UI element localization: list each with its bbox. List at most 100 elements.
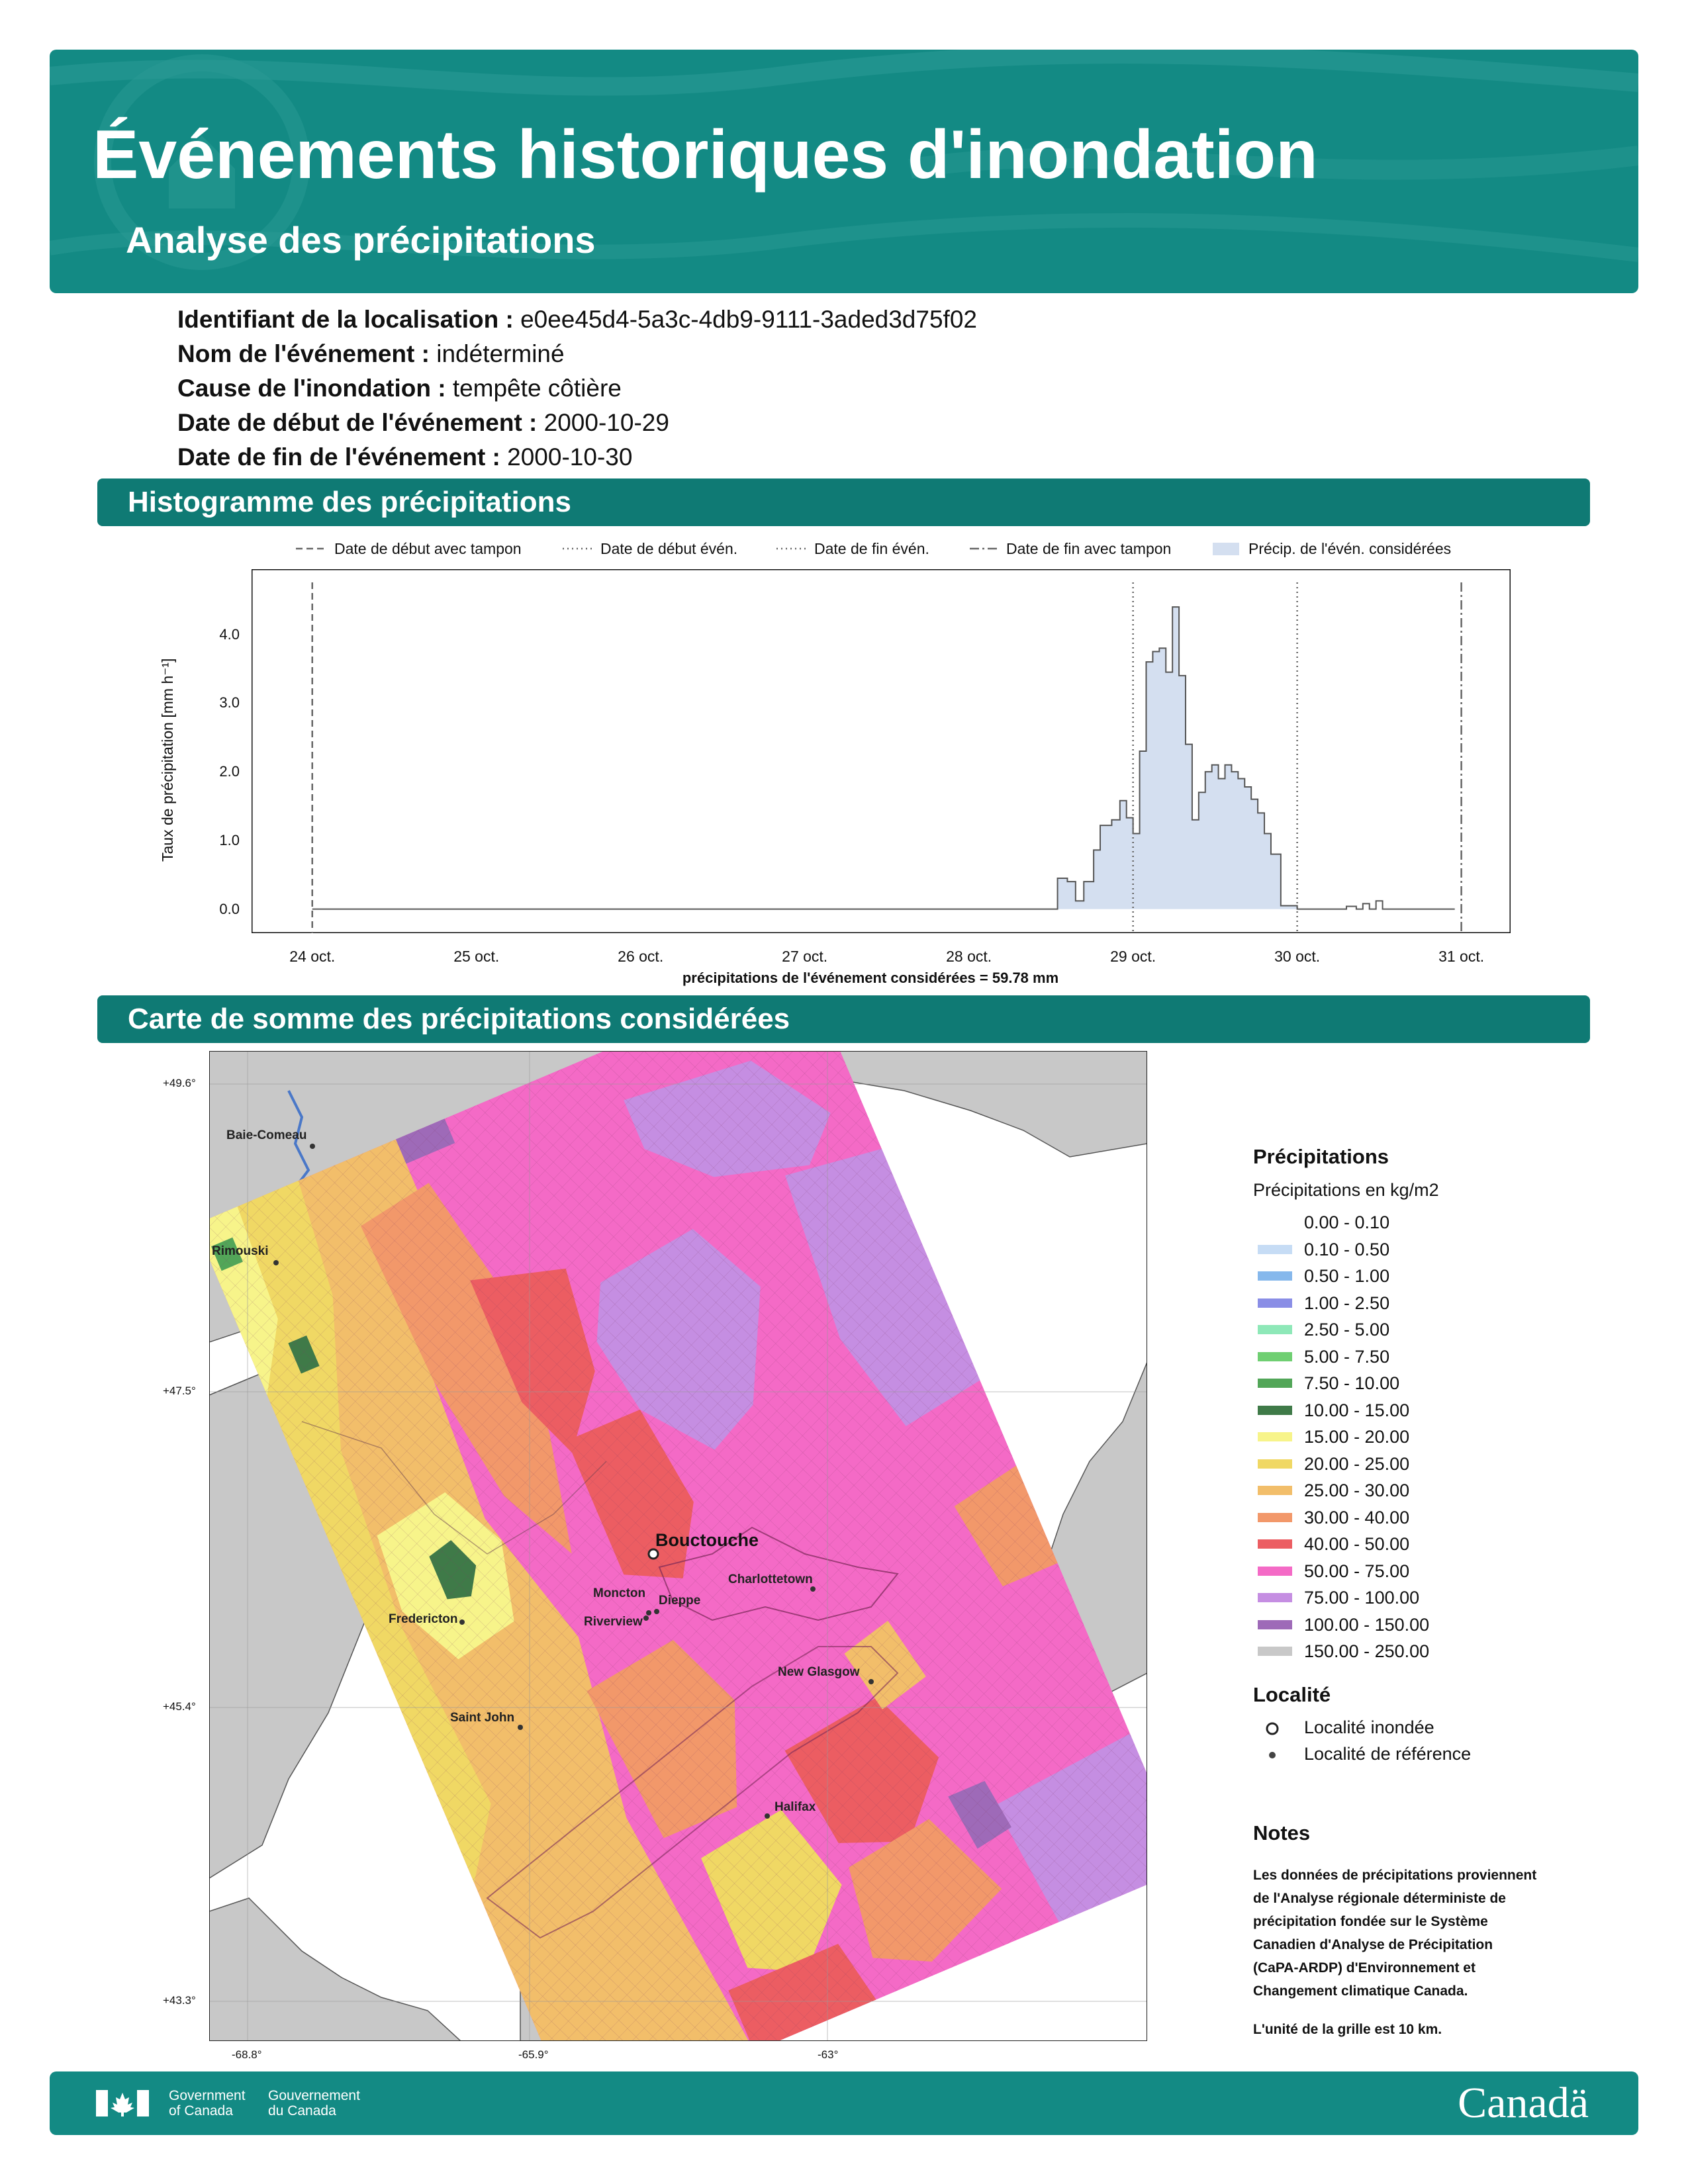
legend-swatch [1258, 1298, 1292, 1308]
legend-swatch [1258, 1351, 1292, 1361]
gov-fr-line: du Canada [268, 2103, 336, 2118]
notes-line: de l'Analyse régionale déterministe de [1253, 1891, 1506, 1906]
notes-line: Canadien d'Analyse de Précipitation [1253, 1937, 1493, 1952]
x-tick-label: 25 oct. [453, 948, 500, 965]
legend-class-label: 100.00 - 150.00 [1304, 1614, 1430, 1635]
legend-class-label: 20.00 - 25.00 [1304, 1453, 1410, 1474]
legend-swatch [1258, 1459, 1292, 1469]
legend-subtitle: Précipitations en kg/m2 [1253, 1180, 1439, 1200]
legend-buffer-start: Date de début avec tampon [334, 540, 522, 557]
legend-swatch [1258, 1647, 1292, 1656]
legend-class-label: 0.00 - 0.10 [1304, 1212, 1390, 1232]
legend-swatch [1258, 1271, 1292, 1281]
gov-en-line: Government [169, 2088, 246, 2103]
legend-swatch [1258, 1218, 1292, 1227]
city-label: Saint John [450, 1711, 515, 1725]
legend-class-label: 2.50 - 5.00 [1304, 1320, 1390, 1340]
lat-label: +45.4° [163, 1700, 196, 1713]
gov-en: Government of Canada [169, 2088, 246, 2118]
legend-class-label: 7.50 - 10.00 [1304, 1373, 1400, 1393]
locality-reference-label: Localité de référence [1304, 1744, 1472, 1764]
notes-title: Notes [1253, 1821, 1311, 1844]
flooded-locality-symbol [1266, 1722, 1279, 1735]
legend-class-label: 40.00 - 50.00 [1304, 1534, 1410, 1554]
legend-swatch [1258, 1486, 1292, 1495]
legend-swatch [1258, 1405, 1292, 1415]
gov-fr-line: Gouvernement [268, 2088, 360, 2103]
notes-line: Changement climatique Canada. [1253, 1983, 1468, 1999]
chart-legend-symbols [296, 543, 1239, 555]
x-tick-label: 27 oct. [782, 948, 828, 965]
legend-class-label: 1.00 - 2.50 [1304, 1293, 1390, 1313]
precipitation-histogram [252, 569, 1511, 933]
canada-flag-icon [96, 2090, 149, 2116]
lon-label: -68.8° [232, 2048, 262, 2061]
legend-class-label: 5.00 - 7.50 [1304, 1346, 1390, 1367]
grid-unit-note: L'unité de la grille est 10 km. [1253, 2022, 1442, 2037]
legend-swatch [1258, 1593, 1292, 1602]
legend-class-label: 0.50 - 1.00 [1304, 1266, 1390, 1286]
legend-title: Précipitations [1253, 1145, 1389, 1168]
lon-label: -63° [818, 2048, 839, 2061]
notes-line: précipitation fondée sur le Système [1253, 1914, 1488, 1929]
city-label-flooded: Bouctouche [655, 1530, 759, 1550]
reference-locality-symbol [1269, 1752, 1276, 1758]
plot-frame [252, 569, 1511, 933]
legend-class-label: 0.10 - 0.50 [1304, 1239, 1390, 1259]
x-tick-label: 30 oct. [1274, 948, 1321, 965]
city-label: Charlottetown [728, 1572, 813, 1586]
legend-class-label: 75.00 - 100.00 [1304, 1588, 1420, 1608]
city-label: Dieppe [659, 1594, 701, 1608]
x-axis-label: précipitations de l'événement considérée… [682, 970, 1059, 986]
y-axis-label: Taux de précipitation [mm h⁻¹] [159, 658, 176, 862]
x-tick-label: 24 oct. [289, 948, 336, 965]
legend-swatch [1258, 1619, 1292, 1629]
legend-swatch [1258, 1325, 1292, 1334]
lon-label: -65.9° [518, 2048, 549, 2061]
legend-class-label: 50.00 - 75.00 [1304, 1561, 1410, 1581]
city-label: Moncton [593, 1586, 646, 1600]
lat-label: +47.5° [163, 1385, 196, 1397]
legend-class-label: 30.00 - 40.00 [1304, 1507, 1410, 1527]
lat-label: +49.6° [163, 1077, 196, 1089]
gov-fr: Gouvernement du Canada [268, 2088, 360, 2118]
x-tick-label: 28 oct. [946, 948, 992, 965]
page-footer: Government of Canada Gouvernement du Can… [50, 2071, 1638, 2135]
legend-class-label: 15.00 - 20.00 [1304, 1427, 1410, 1447]
legend-class-label: 150.00 - 250.00 [1304, 1641, 1430, 1661]
legend-swatch [1258, 1244, 1292, 1254]
gov-en-line: of Canada [169, 2103, 233, 2118]
legend-event-end: Date de fin évén. [814, 540, 929, 557]
city-label: Baie-Comeau [226, 1128, 307, 1142]
y-tick-label: 0.0 [219, 900, 240, 917]
x-tick-label: 29 oct. [1110, 948, 1156, 965]
notes-line: Les données de précipitations proviennen… [1253, 1868, 1537, 1883]
locality-symbols [1266, 1722, 1279, 1758]
legend-swatch [1258, 1512, 1292, 1522]
city-label: Riverview [584, 1615, 643, 1629]
locality-flooded-label: Localité inondée [1304, 1717, 1434, 1737]
x-tick-label: 31 oct. [1438, 948, 1485, 965]
city-label: Rimouski [212, 1244, 269, 1258]
y-tick-label: 2.0 [219, 763, 240, 780]
y-tick-label: 4.0 [219, 625, 240, 643]
canada-wordmark: Canadä [1458, 2079, 1589, 2127]
legend-class-label: 25.00 - 30.00 [1304, 1480, 1410, 1500]
y-tick-label: 1.0 [219, 831, 240, 848]
legend-swatch [1258, 1432, 1292, 1441]
legend-swatch [1258, 1379, 1292, 1388]
city-label: Fredericton [389, 1612, 458, 1626]
legend-buffer-end: Date de fin avec tampon [1006, 540, 1172, 557]
legend-swatch [1258, 1566, 1292, 1576]
notes-line: (CaPA-ARDP) d'Environnement et [1253, 1960, 1476, 1976]
legend-swatch [1258, 1539, 1292, 1549]
city-label: Halifax [774, 1800, 816, 1814]
city-label: New Glasgow [778, 1665, 860, 1679]
locality-title: Localité [1253, 1683, 1331, 1706]
legend-class-label: 10.00 - 15.00 [1304, 1400, 1410, 1420]
x-tick-label: 26 oct. [618, 948, 664, 965]
notes-body: Les données de précipitations proviennen… [1253, 1864, 1536, 2003]
legend-event-precip: Précip. de l'évén. considérées [1248, 540, 1452, 557]
lat-label: +43.3° [163, 1994, 196, 2007]
y-tick-label: 3.0 [219, 694, 240, 711]
